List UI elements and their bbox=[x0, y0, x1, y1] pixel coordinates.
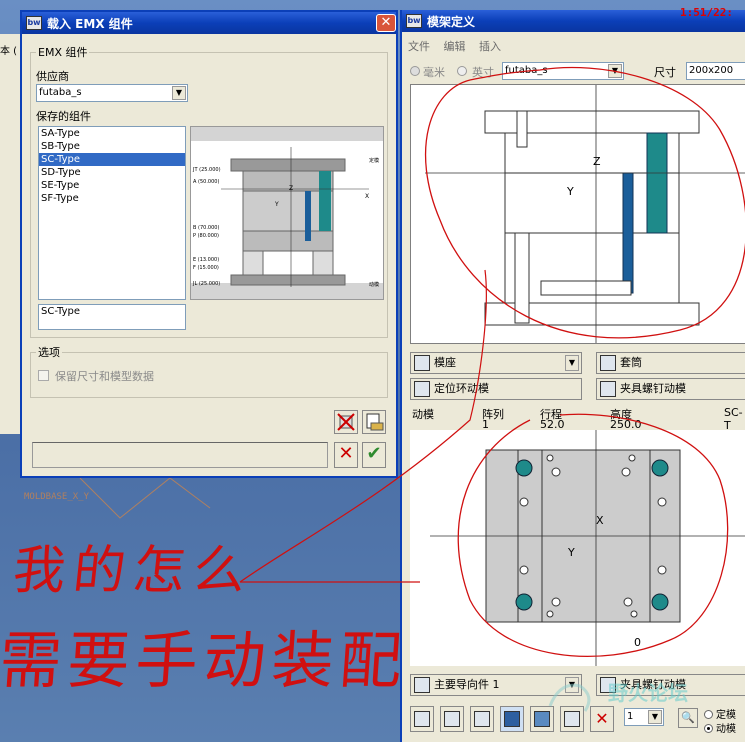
handwritten-note-line-1: 我的怎么 bbox=[10, 541, 257, 601]
handwritten-note-line-2: 需要手动装配 bbox=[0, 624, 411, 697]
